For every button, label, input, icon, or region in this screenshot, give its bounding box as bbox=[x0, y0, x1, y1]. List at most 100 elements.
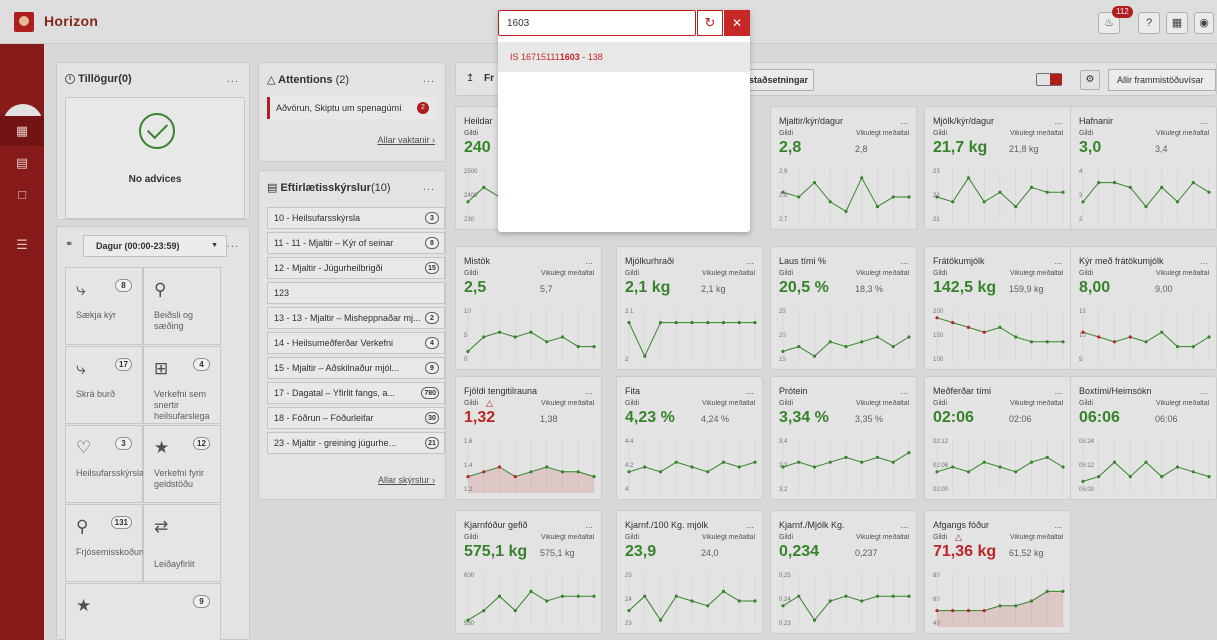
kpi-menu-icon[interactable]: ... bbox=[585, 520, 593, 530]
report-row-label: 10 - Heilsufarsskýrsla bbox=[274, 213, 361, 223]
kpi-card[interactable]: Laus tími %... Gildi Vikulegt meðaltal 20,5… bbox=[770, 246, 917, 370]
kpi-menu-icon[interactable]: ... bbox=[1200, 256, 1208, 266]
kpi-menu-icon[interactable]: ... bbox=[900, 386, 908, 396]
all-performance-button[interactable]: Allir frammistöðuvísar bbox=[1108, 69, 1216, 91]
advices-menu-icon[interactable]: ... bbox=[227, 73, 239, 85]
view-toggle[interactable] bbox=[1036, 73, 1062, 86]
kpi-point bbox=[545, 340, 549, 344]
attentions-menu-icon[interactable]: ... bbox=[423, 73, 435, 85]
report-row[interactable]: 18 - Fóðrun – Fóðurleifar 30 bbox=[267, 407, 445, 429]
kpi-menu-icon[interactable]: ... bbox=[746, 520, 754, 530]
kpi-menu-icon[interactable]: ... bbox=[1054, 520, 1062, 530]
kpi-value-label: Gildi bbox=[779, 270, 794, 277]
tile-heat-insemination[interactable]: ⚲ Beiðsli og sæðing bbox=[143, 267, 221, 345]
kpi-point bbox=[1045, 455, 1049, 459]
report-row[interactable]: 123 bbox=[267, 282, 445, 304]
kpi-card[interactable]: Mjaltir/kýr/dagur... Gildi Vikulegt meðalt… bbox=[770, 106, 917, 230]
tile-count: 4 bbox=[193, 358, 210, 371]
refresh-icon[interactable]: ↻ bbox=[697, 10, 723, 36]
kpi-menu-icon[interactable]: ... bbox=[746, 256, 754, 266]
kpi-point bbox=[982, 460, 986, 464]
tile-fetch-cows[interactable]: ⤷ 8 Sækja kýr bbox=[65, 267, 143, 345]
tile-health-report[interactable]: ♡ 3 Heilsufarsskýrsla bbox=[65, 425, 144, 503]
kpi-card[interactable]: Fita... Gildi Vikulegt meðaltal 4,23 % 4,24 … bbox=[616, 376, 763, 500]
kpi-card[interactable]: Fjöldi tengitilrauna... Gildi Vikulegt með… bbox=[455, 376, 602, 500]
kpi-point bbox=[1191, 181, 1195, 185]
report-row[interactable]: 10 - Heilsufarsskýrsla 3 bbox=[267, 207, 445, 229]
search-result-item[interactable]: IS 167151111603 - 138 bbox=[498, 42, 750, 72]
report-row[interactable]: 13 - 13 - Mjaltir – Misheppnaðar mj... 2 bbox=[267, 307, 445, 329]
report-row[interactable]: 17 - Dagatal – Yfirlit fangs, a... 780 bbox=[267, 382, 445, 404]
tile-route-overview[interactable]: ⇄ Leiðayfirlit bbox=[143, 504, 221, 582]
report-row[interactable]: 14 - Heilsumeðferðar Verkefni 4 bbox=[267, 332, 445, 354]
period-select[interactable]: Dagur (00:00-23:59) ▼ bbox=[83, 235, 227, 257]
tile-health-tasks[interactable]: ⊞ 4 Verkefni sem snertir heilsufarslega bbox=[143, 346, 221, 424]
kpi-card[interactable]: Prótein... Gildi Vikulegt meðaltal 3,34 % 3,… bbox=[770, 376, 917, 500]
kpi-card[interactable]: Meðferðar tími... Gildi Vikulegt meðaltal 0… bbox=[924, 376, 1071, 500]
kpi-value: 2,5 bbox=[464, 279, 487, 296]
report-icon[interactable]: □ bbox=[0, 180, 44, 210]
report-row[interactable]: 11 - 11 - Mjaltir – Kýr of seinar 8 bbox=[267, 232, 445, 254]
kpi-card[interactable]: Afgangs fóður... Gildi Vikulegt meðaltal 71… bbox=[924, 510, 1071, 634]
kpi-card[interactable]: Frátökumjólk... Gildi Vikulegt meðaltal 142… bbox=[924, 246, 1071, 370]
kpi-card[interactable]: Mistök... Gildi Vikulegt meðaltal 2,5 5,7 10 5… bbox=[455, 246, 602, 370]
kpi-tick-label: 20 bbox=[779, 333, 786, 339]
tile-dry-off-tasks[interactable]: ★ 12 Verkefni fyrir geldstöðu bbox=[143, 425, 221, 503]
all-attentions-link[interactable]: Allar vaktanir › bbox=[377, 135, 435, 145]
kpi-menu-icon[interactable]: ... bbox=[746, 386, 754, 396]
report-row[interactable]: 12 - Mjaltir - Júgurheilbrigði 15 bbox=[267, 257, 445, 279]
kpi-menu-icon[interactable]: ... bbox=[900, 116, 908, 126]
tile-fertility-check[interactable]: ⚲ 131 Frjósemisskoðun bbox=[65, 504, 144, 582]
performance-tab[interactable]: Fr bbox=[484, 73, 494, 84]
shortcuts-menu-icon[interactable]: ... bbox=[227, 238, 239, 250]
kpi-menu-icon[interactable]: ... bbox=[1054, 116, 1062, 126]
kpi-card[interactable]: Mjólkurhraði... Gildi Vikulegt meðaltal 2,1… bbox=[616, 246, 763, 370]
kpi-card[interactable]: Kjarnf./Mjólk Kg.... Gildi Vikulegt meðalt… bbox=[770, 510, 917, 634]
attention-item[interactable]: Aðvörun, Skiptu um spenagúmí 2 bbox=[267, 97, 437, 119]
close-icon[interactable]: ✕ bbox=[724, 10, 750, 36]
search-input[interactable] bbox=[498, 10, 696, 36]
kpi-menu-icon[interactable]: ... bbox=[900, 256, 908, 266]
clipboard-icon[interactable]: ▤ bbox=[0, 148, 44, 178]
kpi-menu-icon[interactable]: ... bbox=[585, 256, 593, 266]
user-icon[interactable]: ◉ bbox=[1194, 12, 1214, 34]
apps-grid-icon[interactable]: ▦ bbox=[1166, 12, 1188, 34]
tile-count: 3 bbox=[115, 437, 132, 450]
kpi-point bbox=[828, 460, 832, 464]
advices-empty-box: No advices bbox=[65, 97, 245, 219]
kpi-card[interactable]: Mjólk/kýr/dagur... Gildi Vikulegt meðaltal… bbox=[924, 106, 1071, 230]
kpi-menu-icon[interactable]: ... bbox=[1054, 386, 1062, 396]
kpi-tick-label: 4 bbox=[625, 487, 629, 493]
kpi-point bbox=[907, 451, 911, 455]
fetch-cows-icon: ⤷ bbox=[76, 280, 86, 299]
report-row[interactable]: 23 - Mjaltir - greining júgurhe... 21 bbox=[267, 432, 445, 454]
medical-kit-icon: ⊞ bbox=[154, 359, 169, 378]
kpi-menu-icon[interactable]: ... bbox=[585, 386, 593, 396]
warning-icon: △ bbox=[486, 398, 493, 408]
kpi-menu-icon[interactable]: ... bbox=[1200, 116, 1208, 126]
kpi-weekly-value: 1,38 bbox=[540, 414, 558, 424]
kpi-menu-icon[interactable]: ... bbox=[1200, 386, 1208, 396]
reports-menu-icon[interactable]: ... bbox=[423, 181, 435, 193]
kpi-menu-icon[interactable]: ... bbox=[1054, 256, 1062, 266]
settings-sliders-icon[interactable]: ☰ bbox=[0, 230, 44, 260]
tile-udder[interactable]: ★ 9 bbox=[65, 583, 221, 640]
kpi-point bbox=[828, 340, 832, 344]
all-reports-link[interactable]: Allar skýrslur › bbox=[378, 475, 435, 485]
tile-register-calving[interactable]: ⤷ 17 Skrá burð bbox=[65, 346, 143, 424]
settings-gear-icon[interactable]: ⚙ bbox=[1080, 70, 1100, 90]
kpi-card[interactable]: Kjarnfóður gefið... Gildi Vikulegt meðalta… bbox=[455, 510, 602, 634]
report-row[interactable]: 15 - Mjaltir – Aðskilnaður mjól... 9 bbox=[267, 357, 445, 379]
kpi-weekly-value: 3,4 bbox=[1155, 144, 1168, 154]
kpi-card[interactable]: Kýr með frátökumjólk... Gildi Vikulegt með… bbox=[1070, 246, 1217, 370]
help-button[interactable]: ? bbox=[1138, 12, 1160, 34]
dashboard-icon[interactable]: ▦ bbox=[0, 116, 44, 146]
warning-icon: △ bbox=[267, 74, 276, 86]
kpi-card[interactable]: Hafnanir... Gildi Vikulegt meðaltal 3,0 3,4 4… bbox=[1070, 106, 1217, 230]
kpi-point bbox=[482, 470, 486, 474]
kpi-card[interactable]: Boxtími/Heimsókn... Gildi Vikulegt meðalta… bbox=[1070, 376, 1217, 500]
kpi-weekly-label: Vikulegt meðaltal bbox=[702, 400, 756, 407]
kpi-menu-icon[interactable]: ... bbox=[900, 520, 908, 530]
locations-tab[interactable]: staðsetningar bbox=[742, 69, 814, 91]
kpi-card[interactable]: Kjarnf./100 Kg. mjólk... Gildi Vikulegt me… bbox=[616, 510, 763, 634]
